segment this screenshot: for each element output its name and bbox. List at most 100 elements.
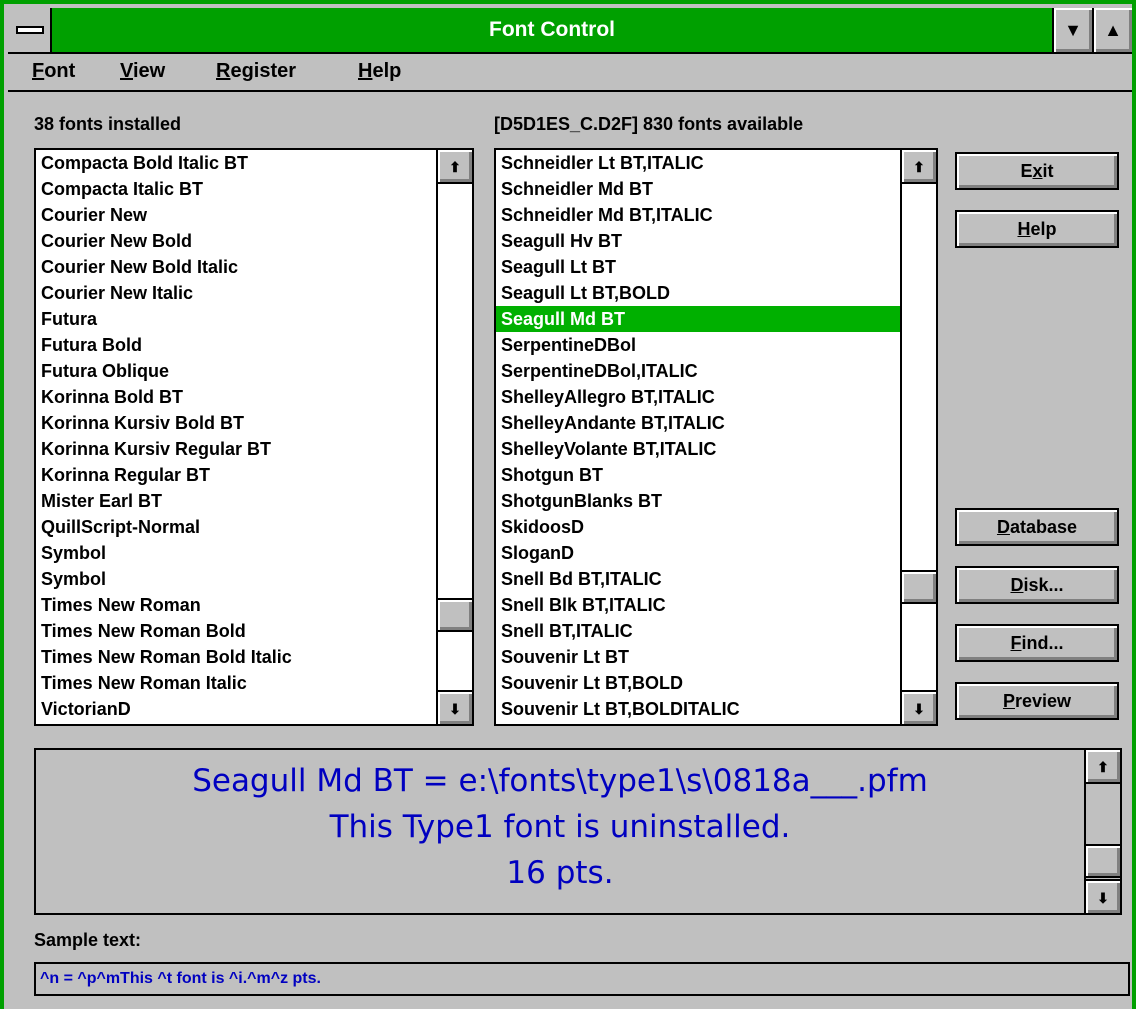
menu-register-label: egister bbox=[230, 60, 297, 82]
list-item[interactable]: Mister Earl BT bbox=[36, 488, 436, 514]
title-bar[interactable]: Font Control ▼ ▲ bbox=[8, 8, 1132, 54]
find-label-post: ind... bbox=[1021, 633, 1064, 653]
up-arrow-icon: ⬆ bbox=[913, 159, 925, 175]
list-item[interactable]: Courier New Bold Italic bbox=[36, 254, 436, 280]
menu-view-accel: V bbox=[120, 60, 133, 82]
list-item[interactable]: Times New Roman Bold Italic bbox=[36, 644, 436, 670]
list-item[interactable]: Korinna Regular BT bbox=[36, 462, 436, 488]
list-item[interactable]: SerpentineDBol,ITALIC bbox=[496, 358, 900, 384]
list-item[interactable]: Courier New bbox=[36, 202, 436, 228]
available-caption: [D5D1ES_C.D2F] 830 fonts available bbox=[494, 114, 804, 134]
system-menu-button[interactable] bbox=[8, 8, 52, 52]
list-item[interactable]: Symbol bbox=[36, 566, 436, 592]
window-title: Font Control bbox=[489, 18, 615, 41]
installed-scrollbar[interactable]: ⬆ ⬇ bbox=[436, 150, 472, 724]
list-item[interactable]: Symbol bbox=[36, 540, 436, 566]
installed-fonts-list[interactable]: Compacta Bold Italic BT Compacta Italic B… bbox=[34, 148, 474, 726]
list-item[interactable]: Souvenir Lt BT bbox=[496, 644, 900, 670]
list-item[interactable]: Schneidler Md BT,ITALIC bbox=[496, 202, 900, 228]
preview-scrollbar[interactable]: ⬆ ⬇ bbox=[1084, 750, 1120, 913]
menu-view[interactable]: View bbox=[120, 60, 165, 83]
help-label-accel: H bbox=[1017, 219, 1031, 239]
database-button[interactable]: Database bbox=[955, 508, 1119, 546]
font-control-window: Font Control ▼ ▲ Font View Register Help… bbox=[0, 0, 1136, 1009]
list-item[interactable]: Seagull Lt BT,BOLD bbox=[496, 280, 900, 306]
scroll-thumb[interactable] bbox=[902, 570, 936, 604]
menu-help[interactable]: Help bbox=[358, 60, 401, 83]
list-item[interactable]: ShelleyAllegro BT,ITALIC bbox=[496, 384, 900, 410]
preview-line-status: This Type1 font is uninstalled. bbox=[329, 809, 791, 845]
menu-register-accel: R bbox=[216, 60, 231, 82]
available-items: Schneidler Lt BT,ITALIC Schneidler Md BT S… bbox=[496, 150, 900, 724]
list-item[interactable]: Korinna Kursiv Bold BT bbox=[36, 410, 436, 436]
list-item[interactable]: Schneidler Lt BT,ITALIC bbox=[496, 150, 900, 176]
menu-help-label: elp bbox=[372, 60, 402, 82]
list-item[interactable]: ShotgunBlanks BT bbox=[496, 488, 900, 514]
exit-button[interactable]: Exit bbox=[955, 152, 1119, 190]
exit-label-pre: E bbox=[1020, 161, 1033, 181]
list-item[interactable]: Futura Oblique bbox=[36, 358, 436, 384]
list-item[interactable]: Snell Bd BT,ITALIC bbox=[496, 566, 900, 592]
find-button[interactable]: Find... bbox=[955, 624, 1119, 662]
triangle-down-icon: ▼ bbox=[1064, 20, 1082, 40]
list-item[interactable]: Souvenir Lt BT,BOLDITALIC bbox=[496, 696, 900, 722]
list-item[interactable]: Times New Roman bbox=[36, 592, 436, 618]
scroll-down-button[interactable]: ⬇ bbox=[902, 690, 936, 724]
maximize-button[interactable]: ▲ bbox=[1092, 8, 1132, 52]
list-item[interactable]: VictorianD bbox=[36, 696, 436, 722]
list-item[interactable]: Times New Roman Bold bbox=[36, 618, 436, 644]
scroll-down-button[interactable]: ⬇ bbox=[438, 690, 472, 724]
scroll-down-button[interactable]: ⬇ bbox=[1086, 879, 1120, 913]
find-label-accel: F bbox=[1010, 633, 1022, 653]
down-arrow-icon: ⬇ bbox=[1097, 890, 1109, 906]
preview-label-accel: P bbox=[1002, 691, 1015, 711]
database-label-post: atabase bbox=[1009, 517, 1078, 537]
list-item[interactable]: Seagull Hv BT bbox=[496, 228, 900, 254]
list-item[interactable]: Courier New Italic bbox=[36, 280, 436, 306]
list-item[interactable]: Courier New Bold bbox=[36, 228, 436, 254]
installed-caption: 38 fonts installed bbox=[34, 114, 182, 134]
list-item[interactable]: Snell BT,ITALIC bbox=[496, 618, 900, 644]
list-item[interactable]: Seagull Lt BT bbox=[496, 254, 900, 280]
preview-line-size: 16 pts. bbox=[506, 855, 614, 891]
database-label-accel: D bbox=[996, 517, 1010, 537]
menu-font[interactable]: Font bbox=[32, 60, 75, 83]
available-scrollbar[interactable]: ⬆ ⬇ bbox=[900, 150, 936, 724]
list-item[interactable]: Snell Blk BT,ITALIC bbox=[496, 592, 900, 618]
scroll-thumb[interactable] bbox=[438, 598, 472, 632]
preview-line-path: Seagull Md BT = e:\fonts\type1\s\0818a__… bbox=[192, 763, 928, 799]
list-item[interactable]: Compacta Bold Italic BT bbox=[36, 150, 436, 176]
list-item[interactable]: Shotgun BT bbox=[496, 462, 900, 488]
sample-text-input[interactable]: ^n = ^p^mThis ^t font is ^i.^m^z pts. bbox=[34, 962, 1130, 996]
list-item[interactable]: Compacta Italic BT bbox=[36, 176, 436, 202]
scroll-up-button[interactable]: ⬆ bbox=[1086, 750, 1120, 784]
list-item[interactable]: SloganD bbox=[496, 540, 900, 566]
menu-bar: Font View Register Help bbox=[8, 56, 1132, 92]
list-item[interactable]: ShelleyVolante BT,ITALIC bbox=[496, 436, 900, 462]
list-item[interactable]: SerpentineDBol bbox=[496, 332, 900, 358]
list-item[interactable]: Souvenir Lt BT,BOLD bbox=[496, 670, 900, 696]
preview-button[interactable]: Preview bbox=[955, 682, 1119, 720]
minimize-button[interactable]: ▼ bbox=[1052, 8, 1092, 52]
menu-register[interactable]: Register bbox=[216, 60, 296, 83]
exit-label-post: it bbox=[1042, 161, 1054, 181]
system-menu-icon bbox=[16, 26, 44, 34]
scroll-up-button[interactable]: ⬆ bbox=[902, 150, 936, 184]
list-item[interactable]: QuillScript-Normal bbox=[36, 514, 436, 540]
disk-button[interactable]: Disk... bbox=[955, 566, 1119, 604]
scroll-up-button[interactable]: ⬆ bbox=[438, 150, 472, 184]
list-item[interactable]: Times New Roman Italic bbox=[36, 670, 436, 696]
list-item[interactable]: Korinna Kursiv Regular BT bbox=[36, 436, 436, 462]
list-item[interactable]: Korinna Bold BT bbox=[36, 384, 436, 410]
up-arrow-icon: ⬆ bbox=[449, 159, 461, 175]
list-item[interactable]: SkidoosD bbox=[496, 514, 900, 540]
list-item-selected[interactable]: Seagull Md BT bbox=[496, 306, 900, 332]
list-item[interactable]: Futura Bold bbox=[36, 332, 436, 358]
list-item[interactable]: Schneidler Md BT bbox=[496, 176, 900, 202]
scroll-thumb[interactable] bbox=[1086, 844, 1120, 878]
available-fonts-list[interactable]: Schneidler Lt BT,ITALIC Schneidler Md BT S… bbox=[494, 148, 938, 726]
list-item[interactable]: Futura bbox=[36, 306, 436, 332]
help-button[interactable]: Help bbox=[955, 210, 1119, 248]
list-item[interactable]: ShelleyAndante BT,ITALIC bbox=[496, 410, 900, 436]
sample-text-label: Sample text: bbox=[34, 930, 142, 950]
